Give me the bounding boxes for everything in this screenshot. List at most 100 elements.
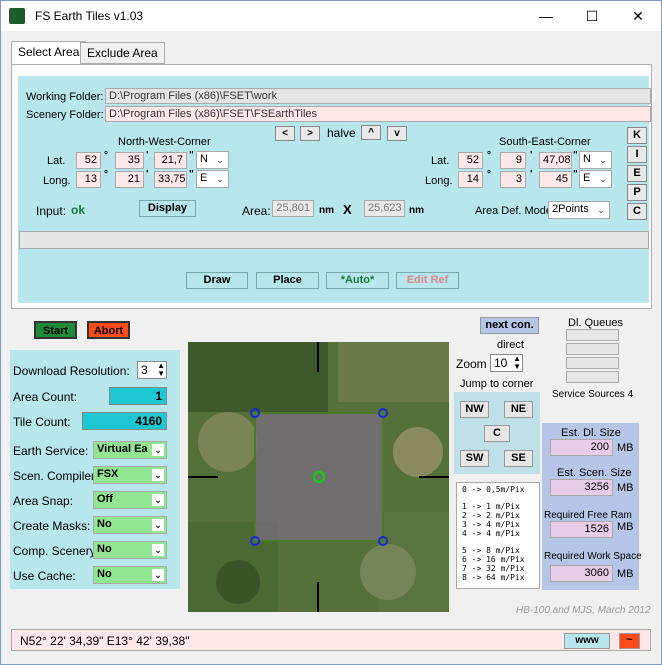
scenery-folder-field[interactable]: D:\Program Files (x86)\FSET\FSEarthTiles bbox=[105, 106, 651, 122]
chevron-down-icon: ⌄ bbox=[152, 544, 164, 556]
maximize-button[interactable]: ☐ bbox=[569, 1, 615, 31]
masks-label: Create Masks: bbox=[13, 519, 91, 533]
compiler-select[interactable]: FSX ⌄ bbox=[93, 466, 167, 484]
deg-symbol: ° bbox=[104, 150, 108, 161]
halve-label: halve bbox=[327, 126, 356, 140]
nw-long-label: Long. bbox=[43, 175, 71, 187]
title-bar: FS Earth Tiles v1.03 — ☐ ✕ bbox=[1, 1, 661, 31]
nw-long-dir-value: E bbox=[200, 172, 208, 184]
scale-row: 6 -> 16 m/Pix bbox=[462, 555, 525, 564]
tile-count-value: 4160 bbox=[82, 412, 167, 430]
side-button-c[interactable]: C bbox=[627, 203, 647, 220]
close-button[interactable]: ✕ bbox=[615, 1, 661, 31]
area-label: Area: bbox=[242, 204, 271, 218]
working-folder-field[interactable]: D:\Program Files (x86)\FSET\work bbox=[105, 88, 651, 104]
area-height: 25,623 bbox=[364, 200, 405, 217]
area-x: X bbox=[343, 202, 352, 217]
se-long-deg[interactable]: 14 bbox=[458, 171, 483, 188]
resolution-value: 3 bbox=[141, 363, 148, 377]
tab-exclude-area[interactable]: Exclude Area bbox=[80, 42, 165, 64]
se-lat-min[interactable]: 9 bbox=[500, 152, 526, 169]
se-lat-dir-value: N bbox=[583, 153, 591, 165]
scenery-folder-label: Scenery Folder: bbox=[26, 109, 104, 121]
resolution-label: Download Resolution: bbox=[13, 364, 130, 378]
next-button[interactable]: > bbox=[300, 126, 320, 141]
www-button[interactable]: www bbox=[564, 633, 610, 649]
nw-title: North-West-Corner bbox=[118, 136, 211, 148]
place-button[interactable]: Place bbox=[256, 272, 319, 289]
resolution-stepper[interactable]: 3 ▲ ▼ bbox=[137, 361, 167, 379]
scale-row: 1 -> 1 m/Pix bbox=[462, 502, 520, 511]
working-folder-label: Working Folder: bbox=[26, 91, 104, 103]
zoom-label: Zoom bbox=[456, 357, 487, 371]
nw-lat-dir-select[interactable]: N ⌄ bbox=[196, 151, 229, 169]
nw-long-deg[interactable]: 13 bbox=[76, 171, 101, 188]
masks-value: No bbox=[97, 518, 112, 530]
window-title: FS Earth Tiles v1.03 bbox=[35, 9, 144, 23]
queue-slot bbox=[566, 371, 619, 383]
auto-button[interactable]: *Auto* bbox=[326, 272, 389, 289]
chevron-down-icon: ⌄ bbox=[152, 469, 164, 481]
nw-long-dir-select[interactable]: E ⌄ bbox=[196, 170, 229, 188]
tab-select-area[interactable]: Select Area bbox=[11, 41, 87, 65]
se-lat-sec[interactable]: 47,08 bbox=[539, 152, 572, 169]
tilde-button[interactable]: ~ bbox=[619, 633, 640, 649]
jump-se-button[interactable]: SE bbox=[504, 450, 533, 467]
scen-size-label: Est. Scen. Size bbox=[557, 467, 632, 479]
next-con-button[interactable]: next con. bbox=[480, 317, 539, 334]
se-lat-deg[interactable]: 52 bbox=[458, 152, 483, 169]
snap-select[interactable]: Off ⌄ bbox=[93, 491, 167, 509]
up-button[interactable]: ^ bbox=[361, 125, 381, 140]
snap-value: Off bbox=[97, 493, 113, 505]
ram-value: 1526 bbox=[550, 521, 613, 538]
prev-button[interactable]: < bbox=[275, 126, 295, 141]
jump-sw-button[interactable]: SW bbox=[460, 450, 489, 467]
map-view[interactable] bbox=[188, 342, 449, 612]
nw-lat-min[interactable]: 35 bbox=[115, 152, 144, 169]
nw-long-sec[interactable]: 33,75 bbox=[154, 171, 187, 188]
se-long-label: Long. bbox=[425, 175, 453, 187]
earth-service-select[interactable]: Virtual Ea ⌄ bbox=[93, 441, 167, 459]
jump-ne-button[interactable]: NE bbox=[504, 401, 533, 418]
comp-select[interactable]: No ⌄ bbox=[93, 541, 167, 559]
jump-c-button[interactable]: C bbox=[484, 425, 510, 442]
snap-label: Area Snap: bbox=[13, 494, 74, 508]
minimize-button[interactable]: — bbox=[523, 1, 569, 31]
sec-symbol: " bbox=[189, 150, 194, 161]
se-long-dir-value: E bbox=[583, 172, 591, 184]
side-button-k[interactable]: K bbox=[627, 127, 647, 144]
nw-lat-label: Lat. bbox=[47, 155, 66, 167]
jump-nw-button[interactable]: NW bbox=[460, 401, 489, 418]
start-button[interactable]: Start bbox=[34, 321, 77, 339]
nw-lat-sec[interactable]: 21,7 bbox=[154, 152, 187, 169]
se-long-min[interactable]: 3 bbox=[500, 171, 526, 188]
zoom-stepper[interactable]: 10 ▲ ▼ bbox=[490, 354, 523, 372]
down-button[interactable]: v bbox=[387, 126, 407, 141]
abort-button[interactable]: Abort bbox=[87, 321, 130, 339]
scale-row: 3 -> 4 m/Pix bbox=[462, 520, 520, 529]
side-button-p[interactable]: P bbox=[627, 184, 647, 201]
deg-symbol: ° bbox=[104, 169, 108, 180]
edit-ref-button[interactable]: Edit Ref bbox=[396, 272, 459, 289]
display-button[interactable]: Display bbox=[139, 200, 196, 217]
nw-long-min[interactable]: 21 bbox=[115, 171, 144, 188]
cache-select[interactable]: No ⌄ bbox=[93, 566, 167, 584]
dl-size-unit: MB bbox=[617, 442, 634, 454]
draw-button[interactable]: Draw bbox=[186, 272, 248, 289]
masks-select[interactable]: No ⌄ bbox=[93, 516, 167, 534]
min-symbol: ' bbox=[146, 169, 149, 180]
se-long-dir-select[interactable]: E ⌄ bbox=[579, 170, 612, 188]
chevron-down-icon: ⌄ bbox=[599, 155, 607, 165]
se-lat-dir-select[interactable]: N ⌄ bbox=[579, 151, 612, 169]
area-def-select[interactable]: 2Points ⌄ bbox=[548, 201, 610, 219]
side-button-e[interactable]: E bbox=[627, 165, 647, 182]
earth-service-label: Earth Service: bbox=[13, 444, 89, 458]
scale-row: 4 -> 4 m/Pix bbox=[462, 529, 520, 538]
compiler-label: Scen. Compiler: bbox=[13, 469, 99, 483]
side-button-i[interactable]: I bbox=[627, 146, 647, 163]
nw-lat-deg[interactable]: 52 bbox=[76, 152, 101, 169]
chevron-down-icon: ⌄ bbox=[152, 569, 164, 581]
progress-bar bbox=[19, 231, 649, 249]
zoom-value: 10 bbox=[494, 356, 508, 370]
se-long-sec[interactable]: 45 bbox=[539, 171, 572, 188]
